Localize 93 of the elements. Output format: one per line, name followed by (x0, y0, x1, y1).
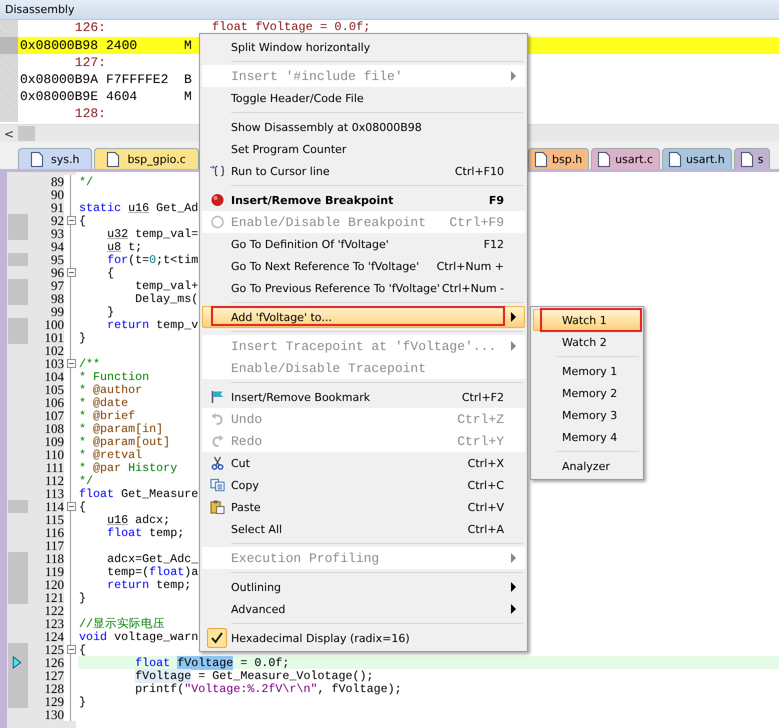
address: 0x08000B9E (20, 89, 100, 104)
mnemonic: M (184, 38, 192, 53)
mnemonic: B (184, 72, 192, 87)
code-line: * @param[out] (78, 434, 170, 448)
code-line: float temp; (106, 526, 184, 540)
code-line: } (78, 330, 86, 344)
line-number: 129 (44, 694, 64, 710)
line-number: 119 (44, 564, 64, 580)
line-number: 113 (44, 486, 64, 502)
source-line-number: 128: (74, 106, 106, 121)
line-number: 110 (44, 446, 64, 462)
code-line: * @date (78, 396, 128, 410)
line-number: 114 (44, 498, 64, 514)
code-line: * @retval (78, 448, 142, 462)
code-line: } (78, 590, 86, 604)
line-number: 90 (50, 186, 64, 202)
line-number: 99 (50, 304, 64, 320)
line-number: 89 (50, 174, 64, 190)
code-line: u32 temp_val= (106, 226, 198, 240)
line-number: 105 (44, 382, 64, 398)
line-number: 126 (44, 654, 64, 670)
line-number: 97 (50, 278, 64, 294)
code-line: for(t=0;t<tim (106, 252, 198, 266)
code-line: u16 adcx; (106, 512, 170, 526)
code-line: void voltage_warn (78, 630, 198, 644)
line-number: 96 (50, 264, 64, 280)
line-number: 120 (44, 576, 64, 592)
panel-title: Disassembly (5, 3, 74, 16)
opcode: 4604 (106, 89, 138, 104)
line-number: 100 (44, 316, 64, 332)
line-number: 106 (44, 394, 64, 410)
source-code: float fVoltage = 0.0f; (212, 20, 370, 34)
line-number: 111 (44, 460, 64, 476)
opcode: 2400 (106, 38, 138, 53)
code-line: fVoltage = Get_Measure_Volotage(); (134, 668, 374, 682)
code-line: { (78, 214, 86, 228)
opcode: F7FFFFE2 (106, 72, 170, 87)
code-line: return temp_v (106, 318, 198, 332)
source-line-number: 126: (74, 20, 106, 35)
code-line: } (78, 694, 86, 708)
line-number: 98 (50, 290, 64, 306)
line-number: 115 (44, 512, 64, 528)
code-line: /** (78, 356, 100, 370)
code-line: { (106, 266, 114, 280)
code-line: } (106, 304, 114, 318)
line-number: 127 (44, 668, 64, 684)
code-line: printf("Voltage:%.2fV\r\n", fVoltage); (134, 682, 402, 696)
line-number: 112 (44, 472, 64, 488)
line-number: 102 (44, 342, 64, 358)
code-line: float Get_Measure (78, 486, 198, 500)
line-number: 130 (44, 706, 64, 722)
source-line-number: 127: (74, 55, 106, 70)
line-number: 123 (44, 616, 64, 632)
line-number: 117 (44, 538, 64, 554)
line-number: 93 (50, 226, 64, 242)
code-line: u8 t; (106, 240, 142, 254)
code-line: Delay_ms( (134, 292, 198, 306)
code-line: * @author (78, 382, 142, 396)
line-number: 125 (44, 642, 64, 658)
mnemonic: M (184, 89, 192, 104)
line-number: 109 (44, 434, 64, 450)
code-line: temp=(float)a (106, 564, 198, 578)
code-line: * Function (78, 370, 150, 384)
line-number: 94 (50, 238, 64, 254)
code-line: static u16 Get_Ad (78, 200, 198, 214)
code-line: * @param[in] (78, 422, 164, 436)
line-number: 103 (44, 356, 64, 372)
code-line: */ (78, 474, 94, 488)
line-number: 121 (44, 590, 64, 606)
line-number: 95 (50, 252, 64, 268)
code-line: adcx=Get_Adc_ (106, 552, 198, 566)
code-line: { (78, 500, 86, 514)
line-number: 116 (44, 524, 64, 540)
line-number: 118 (44, 550, 64, 566)
code-line: * @brief (78, 408, 136, 422)
code-line: return temp; (106, 578, 192, 592)
line-number: 122 (44, 602, 64, 618)
code-line: */ (78, 174, 94, 188)
address: 0x08000B98 (20, 38, 100, 53)
line-number: 128 (44, 680, 64, 696)
line-number: 91 (50, 200, 64, 216)
line-number: 101 (44, 330, 64, 346)
address: 0x08000B9A (20, 72, 100, 87)
line-number: 108 (44, 420, 64, 436)
code-line: temp_val+ (134, 278, 198, 292)
code-line: { (78, 642, 86, 656)
code-line: float fVoltage = 0.0f; (134, 656, 290, 670)
line-number: 92 (50, 212, 64, 228)
code-line: * @par History (78, 460, 178, 474)
line-number: 107 (44, 408, 64, 424)
code-line: //显示实际电压 (78, 616, 166, 631)
line-number: 124 (44, 628, 64, 644)
line-number: 104 (44, 368, 64, 384)
